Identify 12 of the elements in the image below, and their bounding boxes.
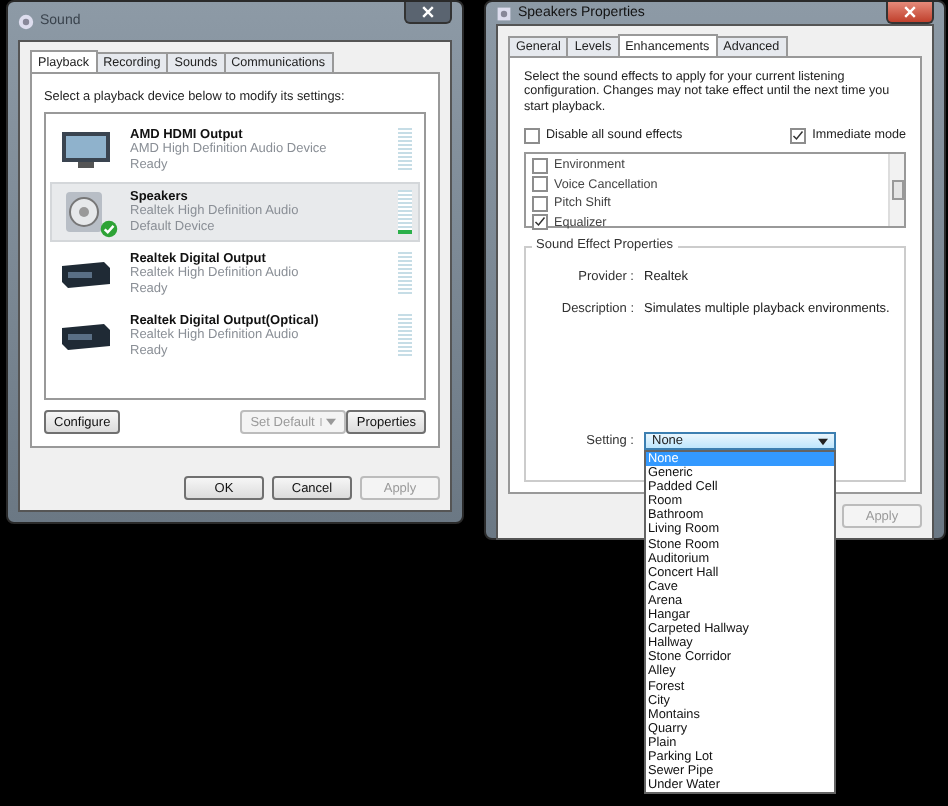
caret-icon [320,418,337,426]
receiver-icon [60,320,112,352]
close-button[interactable] [886,2,934,24]
caret-icon [818,437,828,445]
monitor-icon [60,130,112,170]
scrollbar[interactable] [888,153,904,226]
check-icon [792,129,805,142]
receiver-icon [60,258,112,290]
check-icon [534,216,546,229]
close-icon [904,6,916,18]
close-button[interactable] [404,2,452,24]
close-icon [422,6,434,18]
